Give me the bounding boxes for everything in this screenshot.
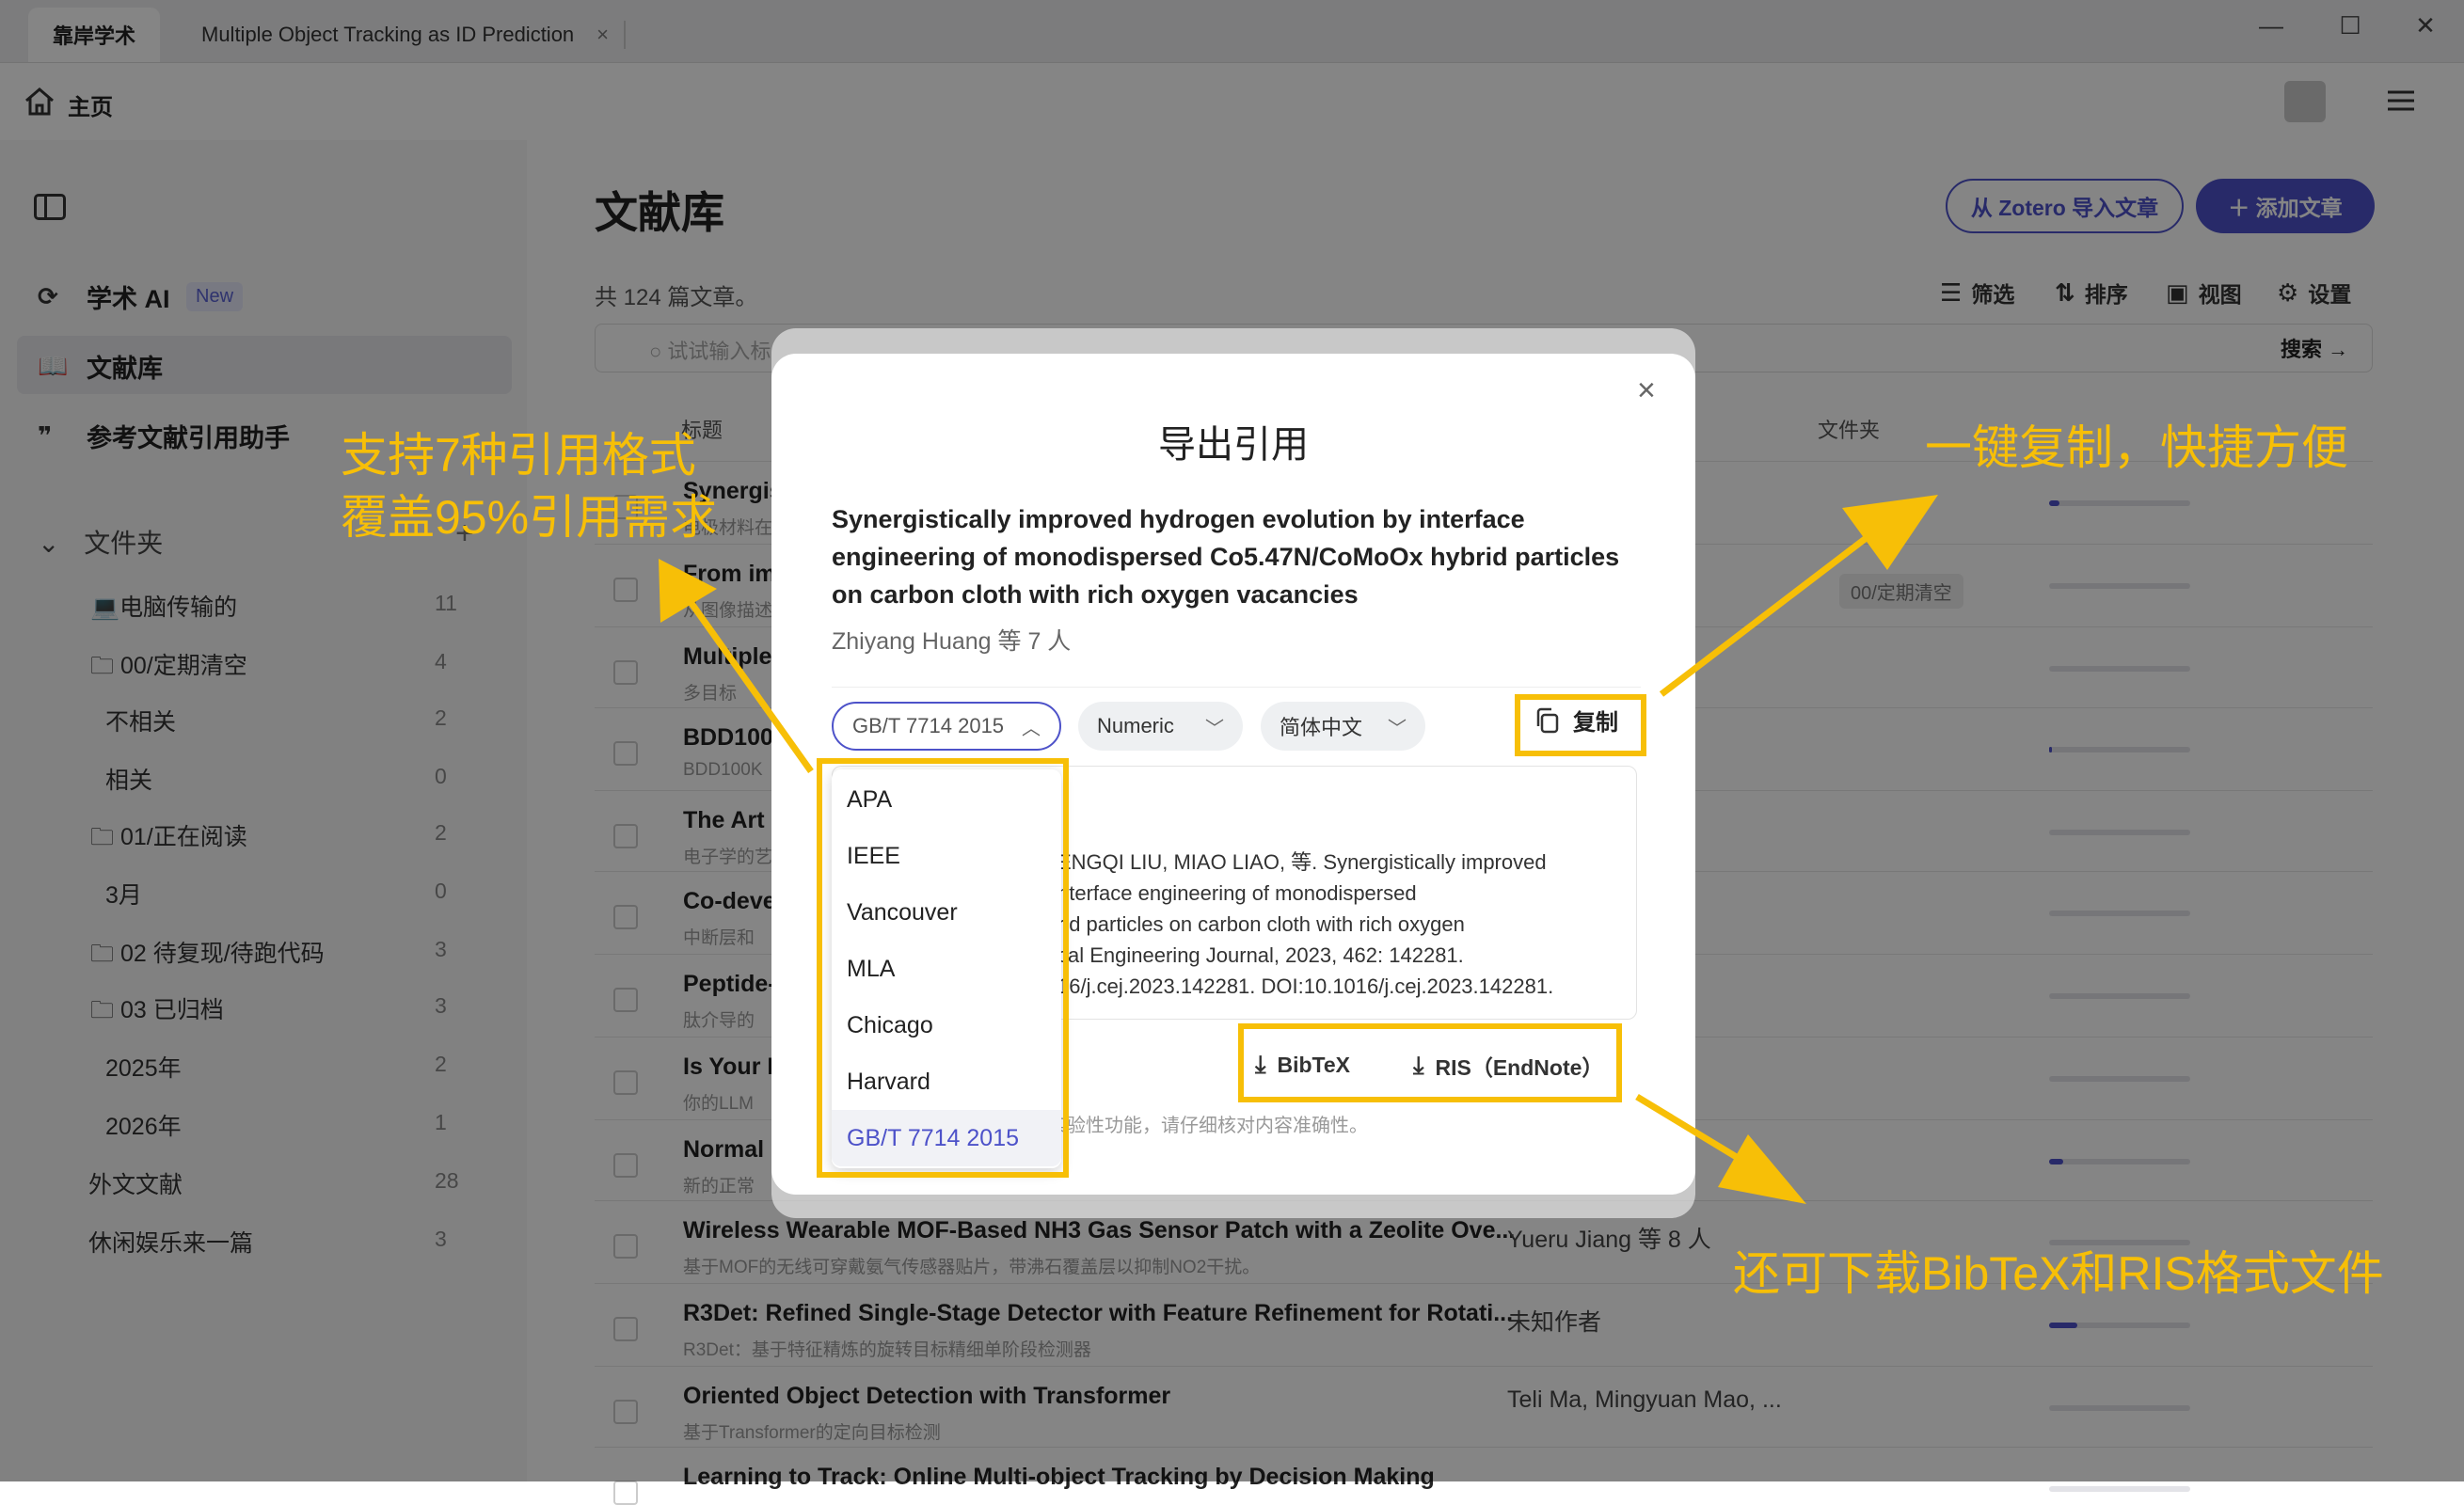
arrow-line-formats — [688, 599, 814, 774]
annotation-formats-line2: 覆盖95%引用需求 — [341, 491, 718, 544]
annotation-copy: 一键复制，快捷方便 — [1925, 421, 2348, 474]
arrowhead-copy — [1842, 495, 1938, 570]
reading-progress-bar — [2049, 1486, 2190, 1492]
row-checkbox[interactable] — [613, 1481, 638, 1505]
annotation-formats-line1: 支持7种引用格式 — [341, 429, 696, 482]
arrowhead-formats — [659, 559, 717, 623]
arrowhead-download — [1718, 1134, 1806, 1204]
annotation-download: 还可下载BibTeX和RIS格式文件 — [1733, 1247, 2384, 1300]
arrow-line-copy — [1659, 528, 1879, 697]
